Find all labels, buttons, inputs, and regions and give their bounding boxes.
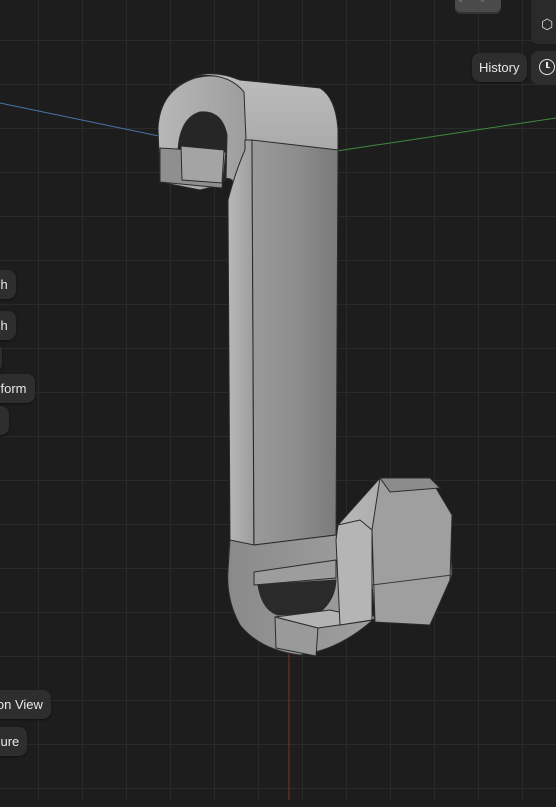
history-clock-button[interactable] [531, 51, 556, 85]
tool-button-transform[interactable]: sform [0, 374, 35, 403]
y-axis-line [329, 117, 556, 153]
tool-button-projection-view[interactable]: ion View [0, 690, 51, 719]
clock-icon [539, 59, 555, 75]
tool-button-ch-2[interactable]: ch [0, 311, 16, 340]
cube-face-label: ◦ [459, 0, 462, 5]
tool-button-ch-1[interactable]: ch [0, 270, 16, 299]
scene-canvas[interactable] [0, 0, 556, 800]
view-cube-icon[interactable]: ◦ ◦ [455, 0, 501, 14]
orbit-icon[interactable]: ⬡ [541, 16, 553, 33]
tool-button-s[interactable]: s [0, 406, 9, 435]
s-hook-mesh[interactable] [157, 73, 453, 657]
3d-viewport[interactable]: ◦ ◦ ⬡ History ch ch sform s ion View sur… [0, 0, 556, 800]
cube-face-label: ◦ [481, 0, 484, 5]
tool-button-measure[interactable]: sure [0, 727, 28, 756]
history-button[interactable]: History [472, 53, 528, 82]
navigation-gizmo-panel[interactable]: ⬡ [531, 0, 556, 44]
